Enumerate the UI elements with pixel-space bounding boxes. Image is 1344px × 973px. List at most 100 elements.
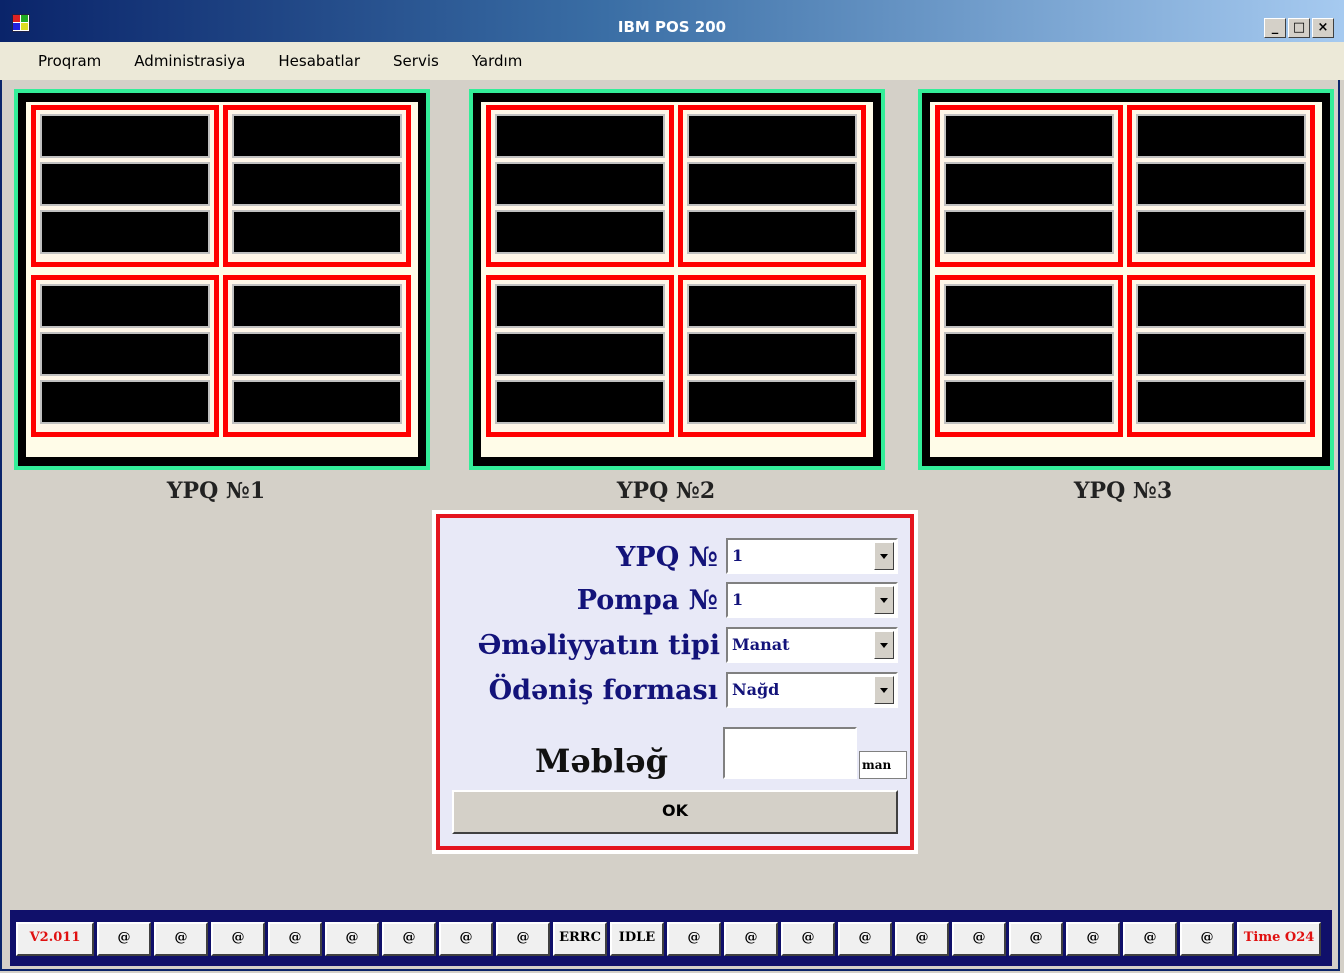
amount-input[interactable] xyxy=(723,727,857,779)
nozzle-display-3 xyxy=(495,380,665,424)
nozzle-display-2 xyxy=(944,162,1114,206)
nozzle-display-1 xyxy=(687,114,857,158)
nozzle-display-3 xyxy=(232,380,402,424)
pump-panel-3[interactable] xyxy=(918,89,1334,470)
ypq-select-value: 1 xyxy=(732,546,744,565)
amount-label: Məbləğ xyxy=(534,742,668,780)
nozzle-display-3 xyxy=(40,210,210,254)
pompa-label: Pompa № xyxy=(576,585,718,616)
maximize-button[interactable]: □ xyxy=(1288,18,1310,38)
status-cell: IDLE xyxy=(610,922,664,956)
nozzle-2[interactable] xyxy=(678,105,866,267)
menu-servis[interactable]: Servis xyxy=(393,52,439,70)
chevron-down-icon[interactable] xyxy=(874,631,894,659)
nozzle-display-2 xyxy=(944,332,1114,376)
status-cell: @ xyxy=(838,922,892,956)
menu-bar: Proqram Administrasiya Hesabatlar Servis… xyxy=(0,42,1344,80)
status-cell: @ xyxy=(667,922,721,956)
op-type-select-value: Manat xyxy=(732,635,790,654)
pompa-select-value: 1 xyxy=(732,590,744,609)
status-cell: @ xyxy=(724,922,778,956)
chevron-down-icon[interactable] xyxy=(874,542,894,570)
menu-administrasiya[interactable]: Administrasiya xyxy=(134,52,245,70)
nozzle-display-1 xyxy=(687,284,857,328)
chevron-down-icon[interactable] xyxy=(874,676,894,704)
menu-yardim[interactable]: Yardım xyxy=(472,52,523,70)
pump-caption-1: YPQ №1 xyxy=(166,478,266,504)
op-type-label: Əməliyyatın tipi xyxy=(477,630,720,661)
pump-panel-2[interactable] xyxy=(469,89,885,470)
menu-proqram[interactable]: Proqram xyxy=(38,52,101,70)
nozzle-display-1 xyxy=(40,284,210,328)
nozzle-2[interactable] xyxy=(1127,105,1315,267)
status-cell: @ xyxy=(325,922,379,956)
status-cell: @ xyxy=(781,922,835,956)
nozzle-4[interactable] xyxy=(678,275,866,437)
nozzle-display-3 xyxy=(495,210,665,254)
nozzle-3[interactable] xyxy=(31,275,219,437)
status-cell: @ xyxy=(268,922,322,956)
nozzle-display-3 xyxy=(1136,210,1306,254)
nozzle-display-3 xyxy=(40,380,210,424)
nozzle-display-1 xyxy=(1136,114,1306,158)
ypq-label: YPQ № xyxy=(616,542,718,573)
nozzle-display-3 xyxy=(944,380,1114,424)
nozzle-display-2 xyxy=(40,162,210,206)
status-cell: @ xyxy=(1066,922,1120,956)
nozzle-display-3 xyxy=(687,210,857,254)
payment-select[interactable]: Nağd xyxy=(726,672,898,708)
op-type-select[interactable]: Manat xyxy=(726,627,898,663)
status-cell: @ xyxy=(211,922,265,956)
status-cell: ERRC xyxy=(553,922,607,956)
nozzle-display-2 xyxy=(687,332,857,376)
close-button[interactable]: × xyxy=(1312,18,1334,38)
status-cell: @ xyxy=(1009,922,1063,956)
nozzle-display-2 xyxy=(232,162,402,206)
chevron-down-icon[interactable] xyxy=(874,586,894,614)
status-cell: @ xyxy=(496,922,550,956)
ypq-select[interactable]: 1 xyxy=(726,538,898,574)
nozzle-display-1 xyxy=(944,114,1114,158)
nozzle-1[interactable] xyxy=(31,105,219,267)
nozzle-display-1 xyxy=(944,284,1114,328)
nozzle-display-2 xyxy=(40,332,210,376)
nozzle-display-1 xyxy=(1136,284,1306,328)
status-cell: Time O24 xyxy=(1237,922,1321,956)
nozzle-display-1 xyxy=(495,114,665,158)
nozzle-display-2 xyxy=(687,162,857,206)
status-cell: @ xyxy=(154,922,208,956)
payment-select-value: Nağd xyxy=(732,680,780,699)
nozzle-display-1 xyxy=(232,284,402,328)
title-bar[interactable]: IBM POS 200 _ □ × xyxy=(0,0,1344,42)
nozzle-display-1 xyxy=(232,114,402,158)
minimize-button[interactable]: _ xyxy=(1264,18,1286,38)
nozzle-display-1 xyxy=(40,114,210,158)
nozzle-2[interactable] xyxy=(223,105,411,267)
nozzle-1[interactable] xyxy=(935,105,1123,267)
status-cell: @ xyxy=(439,922,493,956)
unit-label: man xyxy=(859,751,907,779)
nozzle-display-2 xyxy=(1136,162,1306,206)
nozzle-display-1 xyxy=(495,284,665,328)
status-cell: @ xyxy=(952,922,1006,956)
pump-panel-1[interactable] xyxy=(14,89,430,470)
status-cell: @ xyxy=(382,922,436,956)
nozzle-1[interactable] xyxy=(486,105,674,267)
status-cell: @ xyxy=(1180,922,1234,956)
status-cell: @ xyxy=(97,922,151,956)
nozzle-3[interactable] xyxy=(935,275,1123,437)
menu-hesabatlar[interactable]: Hesabatlar xyxy=(278,52,360,70)
status-bar: V2.011 @ @ @ @ @ @ @ @ ERRC IDLE @ @ @ @ @ @ @ @ @ @ Time O24 xyxy=(10,910,1332,966)
pump-caption-2: YPQ №2 xyxy=(616,478,716,504)
payment-label: Ödəniş forması xyxy=(488,675,718,706)
nozzle-4[interactable] xyxy=(1127,275,1315,437)
nozzle-display-2 xyxy=(495,162,665,206)
nozzle-3[interactable] xyxy=(486,275,674,437)
ok-button[interactable]: OK xyxy=(452,790,898,834)
nozzle-display-2 xyxy=(495,332,665,376)
nozzle-display-3 xyxy=(232,210,402,254)
pompa-select[interactable]: 1 xyxy=(726,582,898,618)
nozzle-4[interactable] xyxy=(223,275,411,437)
status-cell: @ xyxy=(895,922,949,956)
nozzle-display-2 xyxy=(1136,332,1306,376)
